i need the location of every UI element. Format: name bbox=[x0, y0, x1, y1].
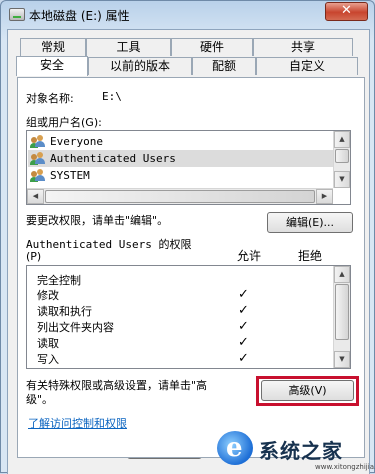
watermark-url: www.xitongzhijia.net bbox=[315, 463, 375, 471]
allow-check-icon: ✓ bbox=[238, 351, 249, 366]
edit-button[interactable]: 编辑(E)... bbox=[267, 212, 353, 233]
scroll-thumb[interactable] bbox=[335, 149, 349, 163]
watermark-logo: 系统之家 www.xitongzhijia.net bbox=[209, 419, 375, 474]
scroll-up-icon[interactable]: ▲ bbox=[334, 266, 350, 283]
user-group-icon bbox=[30, 152, 45, 165]
user-name: Everyone bbox=[50, 135, 103, 148]
scroll-down-icon[interactable]: ▼ bbox=[334, 171, 350, 188]
scroll-thumb[interactable] bbox=[335, 284, 349, 340]
user-list-vscrollbar[interactable]: ▲ ▼ bbox=[333, 131, 350, 188]
table-row: 完全控制 bbox=[27, 273, 350, 288]
list-item[interactable]: Everyone bbox=[28, 133, 334, 150]
permission-name: 修改 bbox=[37, 289, 59, 302]
special-permission-hint-cont: 级"。 bbox=[26, 393, 54, 406]
scroll-thumb[interactable] bbox=[45, 190, 315, 203]
list-item[interactable]: SYSTEM bbox=[28, 167, 334, 184]
scroll-left-icon[interactable]: ◀ bbox=[27, 189, 44, 204]
tab-security[interactable]: 安全 bbox=[16, 56, 88, 76]
security-panel: 对象名称: E:\ 组或用户名(G): Everyone Authenticat… bbox=[17, 77, 365, 458]
title-bar[interactable]: 本地磁盘 (E:) 属性 ✕ bbox=[1, 1, 374, 29]
properties-window: 本地磁盘 (E:) 属性 ✕ 常规 工具 硬件 共享 安全 以前的版本 配额 自… bbox=[0, 0, 375, 474]
object-name-value: E:\ bbox=[102, 90, 122, 103]
permission-title: Authenticated Users 的权限 bbox=[26, 238, 192, 251]
table-row: 列出文件夹内容 ✓ bbox=[27, 319, 350, 335]
tab-hardware[interactable]: 硬件 bbox=[171, 38, 253, 56]
table-row: 写入 ✓ bbox=[27, 351, 350, 367]
advanced-button[interactable]: 高级(V) bbox=[261, 380, 354, 401]
allow-check-icon: ✓ bbox=[238, 287, 249, 302]
allow-check-icon: ✓ bbox=[238, 303, 249, 318]
logo-icon bbox=[217, 431, 253, 465]
deny-column-header: 拒绝 bbox=[298, 249, 323, 263]
table-row: 读取和执行 ✓ bbox=[27, 303, 350, 319]
object-name-label: 对象名称: bbox=[26, 92, 74, 105]
tab-customize[interactable]: 自定义 bbox=[256, 57, 358, 75]
learn-access-control-link[interactable]: 了解访问控制和权限 bbox=[28, 415, 127, 431]
user-group-icon bbox=[30, 169, 45, 182]
user-list-hscrollbar[interactable]: ◀ ▶ bbox=[27, 188, 333, 204]
permission-name: 写入 bbox=[37, 353, 59, 366]
tab-tools[interactable]: 工具 bbox=[86, 38, 171, 56]
permission-name: 读取和执行 bbox=[37, 305, 92, 318]
permission-list[interactable]: 完全控制 修改 ✓ 读取和执行 ✓ 列出文件夹内容 ✓ 读取 ✓ 写入 ✓ ▲ … bbox=[26, 265, 351, 369]
user-name: Authenticated Users bbox=[50, 152, 176, 165]
watermark-text: 系统之家 bbox=[259, 439, 343, 463]
close-button[interactable]: ✕ bbox=[325, 2, 368, 21]
special-permission-hint: 有关特殊权限或高级设置，请单击"高 bbox=[26, 379, 208, 392]
group-user-label: 组或用户名(G): bbox=[26, 116, 102, 129]
table-row: 读取 ✓ bbox=[27, 335, 350, 351]
tab-quota[interactable]: 配额 bbox=[192, 57, 256, 75]
dialog-client: 常规 工具 硬件 共享 安全 以前的版本 配额 自定义 对象名称: E:\ 组或… bbox=[7, 29, 370, 474]
user-name: SYSTEM bbox=[50, 169, 90, 182]
scroll-down-icon[interactable]: ▼ bbox=[334, 351, 350, 368]
permission-name: 完全控制 bbox=[37, 274, 81, 287]
change-permission-hint: 要更改权限，请单击"编辑"。 bbox=[26, 214, 169, 227]
allow-column-header: 允许 bbox=[237, 249, 262, 263]
allow-check-icon: ✓ bbox=[238, 335, 249, 350]
user-group-icon bbox=[30, 135, 45, 148]
list-item[interactable]: Authenticated Users bbox=[28, 150, 334, 167]
permission-list-vscrollbar[interactable]: ▲ ▼ bbox=[333, 266, 350, 368]
window-title: 本地磁盘 (E:) 属性 bbox=[29, 9, 130, 23]
scroll-up-icon[interactable]: ▲ bbox=[334, 131, 350, 148]
tab-previous-versions[interactable]: 以前的版本 bbox=[88, 57, 192, 75]
permission-title-key: (P) bbox=[26, 250, 42, 263]
scroll-right-icon[interactable]: ▶ bbox=[316, 189, 333, 204]
permission-name: 读取 bbox=[37, 337, 59, 350]
tab-sharing[interactable]: 共享 bbox=[253, 38, 353, 56]
drive-icon bbox=[9, 8, 25, 21]
tab-general[interactable]: 常规 bbox=[20, 38, 86, 56]
allow-check-icon: ✓ bbox=[238, 319, 249, 334]
user-list[interactable]: Everyone Authenticated Users SYSTEM ▲ ▼ … bbox=[26, 130, 351, 205]
table-row: 修改 ✓ bbox=[27, 287, 350, 303]
permission-name: 列出文件夹内容 bbox=[37, 321, 114, 334]
